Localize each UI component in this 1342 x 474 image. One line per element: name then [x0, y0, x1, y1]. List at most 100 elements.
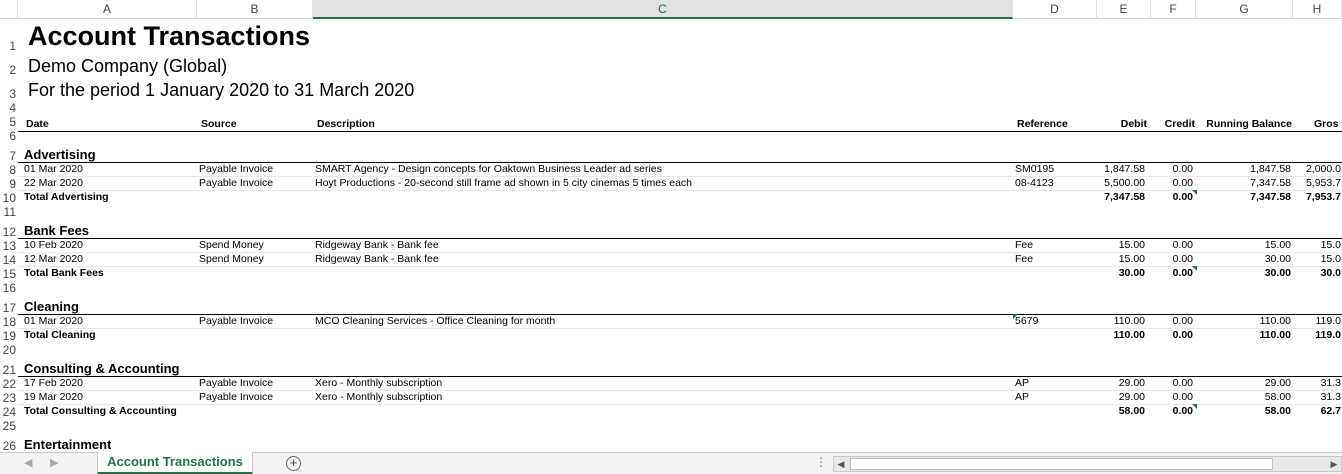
section-heading: Bank Fees — [24, 223, 90, 238]
total-gross: 62.7 — [1320, 405, 1341, 417]
cell-credit: 0.00 — [1172, 177, 1193, 189]
cell-gross: 2,000.0 — [1305, 163, 1341, 175]
column-header-d[interactable]: D — [1013, 0, 1097, 19]
row-number[interactable]: 17 — [0, 301, 18, 315]
cell-reference: 5679 — [1015, 315, 1039, 327]
row-number[interactable]: 7 — [0, 149, 18, 163]
cell-running-balance: 7,347.58 — [1250, 177, 1291, 189]
total-label: Total Bank Fees — [24, 267, 104, 279]
row-number[interactable]: 22 — [0, 377, 18, 391]
cell-source: Payable Invoice — [199, 315, 274, 327]
sheet-tab-bar: ◀ ▶ Account Transactions + ⋮ ◀ ▶ — [0, 452, 1342, 474]
cell-source: Payable Invoice — [199, 163, 274, 175]
header-reference: Reference — [1017, 118, 1068, 130]
column-header-b[interactable]: B — [197, 0, 313, 19]
cell-source: Payable Invoice — [199, 377, 274, 389]
scroll-left-icon[interactable]: ◀ — [834, 457, 848, 471]
row-number[interactable]: 16 — [0, 281, 18, 295]
scroll-right-icon[interactable]: ▶ — [1327, 457, 1341, 471]
add-sheet-button[interactable]: + — [286, 456, 301, 471]
row-number[interactable]: 19 — [0, 329, 18, 343]
total-debit: 110.00 — [1113, 329, 1145, 341]
row-number[interactable]: 5 — [0, 115, 18, 129]
row-number[interactable]: 14 — [0, 253, 18, 267]
cell-date: 12 Mar 2020 — [24, 253, 83, 265]
column-header-h[interactable]: H — [1293, 0, 1342, 19]
cell-date: 22 Mar 2020 — [24, 177, 83, 189]
cell-reference: SM0195 — [1015, 163, 1055, 175]
row-number[interactable]: 8 — [0, 163, 18, 177]
row-number[interactable]: 10 — [0, 191, 18, 205]
row-number[interactable]: 15 — [0, 267, 18, 281]
horizontal-scrollbar[interactable]: ◀ ▶ — [833, 456, 1342, 472]
cell-source: Payable Invoice — [199, 391, 274, 403]
cell-gross: 119.0 — [1315, 315, 1342, 327]
column-header-f[interactable]: F — [1151, 0, 1196, 19]
row-number[interactable]: 18 — [0, 315, 18, 329]
header-source: Source — [201, 118, 237, 130]
cell-credit: 0.00 — [1172, 315, 1193, 327]
row-number[interactable]: 9 — [0, 177, 18, 191]
header-debit: Debit — [1120, 118, 1147, 130]
cell-date: 01 Mar 2020 — [24, 163, 83, 175]
row-number[interactable]: 3 — [0, 87, 18, 101]
column-header-e[interactable]: E — [1097, 0, 1151, 19]
total-credit: 0.00 — [1172, 405, 1193, 417]
scrollbar-thumb[interactable] — [850, 458, 1273, 470]
row-number[interactable]: 20 — [0, 343, 18, 357]
row-number[interactable]: 23 — [0, 391, 18, 405]
cell-reference: Fee — [1015, 239, 1034, 251]
row-number[interactable]: 24 — [0, 405, 18, 419]
cell-description: SMART Agency - Design concepts for Oakto… — [315, 163, 662, 175]
cell-description: Ridgeway Bank - Bank fee — [315, 253, 439, 265]
row-number[interactable]: 12 — [0, 225, 18, 239]
row-number[interactable]: 2 — [0, 63, 18, 77]
cell-credit: 0.00 — [1172, 163, 1193, 175]
scroll-tabs-right-icon[interactable]: ▶ — [50, 456, 58, 469]
header-running-balance: Running Balance — [1206, 118, 1292, 130]
column-header-c[interactable]: C — [313, 0, 1013, 19]
total-debit: 58.00 — [1118, 405, 1145, 417]
cell-reference: AP — [1015, 377, 1030, 389]
row-number[interactable]: 4 — [0, 101, 18, 115]
split-handle-icon[interactable]: ⋮ — [815, 455, 827, 469]
cell-running-balance: 1,847.58 — [1250, 163, 1291, 175]
total-label: Total Advertising — [24, 191, 109, 203]
scroll-tabs-left-icon[interactable]: ◀ — [24, 456, 32, 469]
section-heading: Consulting & Accounting — [24, 361, 180, 376]
column-header-g[interactable]: G — [1196, 0, 1293, 19]
cell-debit: 15.00 — [1118, 253, 1145, 265]
cell-debit: 110.00 — [1113, 315, 1145, 327]
header-credit: Credit — [1164, 118, 1195, 130]
cell-credit: 0.00 — [1172, 253, 1193, 265]
sheet-tab-account-transactions[interactable]: Account Transactions — [97, 452, 253, 474]
cell-running-balance: 30.00 — [1264, 253, 1291, 265]
total-debit: 30.00 — [1118, 267, 1145, 279]
error-indicator-icon[interactable] — [1013, 314, 1018, 319]
row-number[interactable]: 25 — [0, 419, 18, 433]
cell-debit: 1,847.58 — [1104, 163, 1145, 175]
column-header-corner[interactable] — [0, 0, 18, 19]
row-number[interactable]: 26 — [0, 439, 18, 452]
error-indicator-icon[interactable] — [1192, 190, 1197, 195]
total-debit: 7,347.58 — [1104, 191, 1145, 203]
cell-running-balance: 15.00 — [1264, 239, 1291, 251]
column-header-bar: A B C D E F G H — [0, 0, 1342, 19]
cell-debit: 29.00 — [1118, 391, 1145, 403]
column-header-a[interactable]: A — [18, 0, 197, 19]
error-indicator-icon[interactable] — [1192, 404, 1197, 409]
total-gross: 7,953.7 — [1305, 191, 1341, 203]
sheet-grid[interactable]: Account Transactions Demo Company (Globa… — [18, 19, 1342, 452]
row-number[interactable]: 21 — [0, 363, 18, 377]
cell-date: 10 Feb 2020 — [24, 239, 83, 251]
cell-gross: 15.0 — [1320, 239, 1341, 251]
row-number[interactable]: 1 — [0, 39, 18, 53]
cell-date: 17 Feb 2020 — [24, 377, 83, 389]
row-number[interactable]: 13 — [0, 239, 18, 253]
total-gross: 119.0 — [1315, 329, 1341, 341]
total-running-balance: 58.00 — [1264, 405, 1291, 417]
total-label: Total Cleaning — [24, 329, 96, 341]
row-number[interactable]: 11 — [0, 205, 18, 219]
row-number[interactable]: 6 — [0, 129, 18, 143]
error-indicator-icon[interactable] — [1192, 266, 1197, 271]
